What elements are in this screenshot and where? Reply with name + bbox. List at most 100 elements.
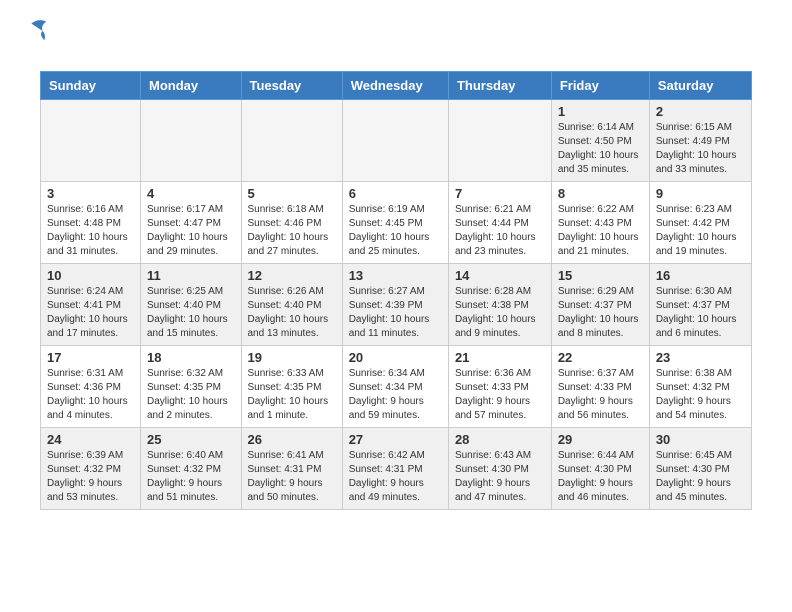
calendar-cell: 8Sunrise: 6:22 AM Sunset: 4:43 PM Daylig…	[551, 182, 649, 264]
calendar-cell	[342, 100, 448, 182]
calendar-cell: 24 Sunrise: 6:39 AM Sunset: 4:32 PM Dayli…	[41, 428, 141, 510]
day-info: Sunrise: 6:16 AM Sunset: 4:48 PM Dayligh…	[47, 203, 134, 259]
day-info: Sunrise: 6:29 AM Sunset: 4:37 PM Dayligh…	[558, 285, 643, 341]
day-info: Sunrise: 6:26 AM Sunset: 4:40 PM Dayligh…	[248, 285, 336, 341]
day-number: 3	[47, 186, 134, 201]
calendar-cell: 27 Sunrise: 6:42 AM Sunset: 4:31 PM Dayli…	[342, 428, 448, 510]
day-number: 12	[248, 268, 336, 283]
calendar-cell: 1 Sunrise: 6:14 AM Sunset: 4:50 PM Daylig…	[551, 100, 649, 182]
day-number: 23	[656, 350, 745, 365]
day-number: 8	[558, 186, 643, 201]
weekday-header: Saturday	[649, 72, 751, 100]
calendar-cell	[41, 100, 141, 182]
calendar-cell: 26Sunrise: 6:41 AM Sunset: 4:31 PM Dayli…	[241, 428, 342, 510]
calendar-cell: 3 Sunrise: 6:16 AM Sunset: 4:48 PM Daylig…	[41, 182, 141, 264]
calendar-cell: 17 Sunrise: 6:31 AM Sunset: 4:36 PM Dayli…	[41, 346, 141, 428]
day-number: 10	[47, 268, 134, 283]
day-number: 21	[455, 350, 545, 365]
day-info: Sunrise: 6:31 AM Sunset: 4:36 PM Dayligh…	[47, 367, 134, 423]
day-info: Sunrise: 6:25 AM Sunset: 4:40 PM Dayligh…	[147, 285, 235, 341]
calendar-cell: 28Sunrise: 6:43 AM Sunset: 4:30 PM Dayli…	[448, 428, 551, 510]
calendar-cell: 12 Sunrise: 6:26 AM Sunset: 4:40 PM Dayli…	[241, 264, 342, 346]
calendar-cell: 30 Sunrise: 6:45 AM Sunset: 4:30 PM Dayli…	[649, 428, 751, 510]
day-number: 14	[455, 268, 545, 283]
day-number: 11	[147, 268, 235, 283]
calendar-table: SundayMondayTuesdayWednesdayThursdayFrid…	[40, 71, 752, 510]
calendar-cell	[448, 100, 551, 182]
day-number: 9	[656, 186, 745, 201]
calendar-cell: 14 Sunrise: 6:28 AM Sunset: 4:38 PM Dayli…	[448, 264, 551, 346]
weekday-header: Monday	[140, 72, 241, 100]
day-info: Sunrise: 6:28 AM Sunset: 4:38 PM Dayligh…	[455, 285, 545, 341]
calendar-cell: 5 Sunrise: 6:18 AM Sunset: 4:46 PM Daylig…	[241, 182, 342, 264]
calendar-cell: 6 Sunrise: 6:19 AM Sunset: 4:45 PM Daylig…	[342, 182, 448, 264]
day-number: 1	[558, 104, 643, 119]
logo	[20, 16, 50, 63]
day-number: 27	[349, 432, 442, 447]
day-info: Sunrise: 6:21 AM Sunset: 4:44 PM Dayligh…	[455, 203, 545, 259]
page-header	[0, 0, 792, 71]
day-number: 19	[248, 350, 336, 365]
weekday-header: Sunday	[41, 72, 141, 100]
day-info: Sunrise: 6:40 AM Sunset: 4:32 PM Dayligh…	[147, 449, 235, 505]
day-info: Sunrise: 6:37 AM Sunset: 4:33 PM Dayligh…	[558, 367, 643, 423]
day-info: Sunrise: 6:36 AM Sunset: 4:33 PM Dayligh…	[455, 367, 545, 423]
day-number: 5	[248, 186, 336, 201]
day-number: 17	[47, 350, 134, 365]
calendar-cell: 4 Sunrise: 6:17 AM Sunset: 4:47 PM Daylig…	[140, 182, 241, 264]
day-info: Sunrise: 6:19 AM Sunset: 4:45 PM Dayligh…	[349, 203, 442, 259]
day-number: 13	[349, 268, 442, 283]
calendar-cell: 21 Sunrise: 6:36 AM Sunset: 4:33 PM Dayli…	[448, 346, 551, 428]
calendar-cell: 13 Sunrise: 6:27 AM Sunset: 4:39 PM Dayli…	[342, 264, 448, 346]
day-number: 29	[558, 432, 643, 447]
day-info: Sunrise: 6:30 AM Sunset: 4:37 PM Dayligh…	[656, 285, 745, 341]
day-number: 22	[558, 350, 643, 365]
calendar-wrapper: SundayMondayTuesdayWednesdayThursdayFrid…	[0, 71, 792, 510]
calendar-cell: 29 Sunrise: 6:44 AM Sunset: 4:30 PM Dayli…	[551, 428, 649, 510]
day-number: 4	[147, 186, 235, 201]
day-number: 6	[349, 186, 442, 201]
calendar-cell: 16 Sunrise: 6:30 AM Sunset: 4:37 PM Dayli…	[649, 264, 751, 346]
day-info: Sunrise: 6:44 AM Sunset: 4:30 PM Dayligh…	[558, 449, 643, 505]
calendar-cell: 22 Sunrise: 6:37 AM Sunset: 4:33 PM Dayli…	[551, 346, 649, 428]
calendar-cell: 7 Sunrise: 6:21 AM Sunset: 4:44 PM Daylig…	[448, 182, 551, 264]
day-info: Sunrise: 6:39 AM Sunset: 4:32 PM Dayligh…	[47, 449, 134, 505]
day-info: Sunrise: 6:45 AM Sunset: 4:30 PM Dayligh…	[656, 449, 745, 505]
day-info: Sunrise: 6:18 AM Sunset: 4:46 PM Dayligh…	[248, 203, 336, 259]
weekday-header: Friday	[551, 72, 649, 100]
calendar-cell: 19 Sunrise: 6:33 AM Sunset: 4:35 PM Dayli…	[241, 346, 342, 428]
calendar-cell: 2Sunrise: 6:15 AM Sunset: 4:49 PM Daylig…	[649, 100, 751, 182]
day-info: Sunrise: 6:41 AM Sunset: 4:31 PM Dayligh…	[248, 449, 336, 505]
day-info: Sunrise: 6:38 AM Sunset: 4:32 PM Dayligh…	[656, 367, 745, 423]
day-number: 24	[47, 432, 134, 447]
day-info: Sunrise: 6:24 AM Sunset: 4:41 PM Dayligh…	[47, 285, 134, 341]
calendar-cell: 15 Sunrise: 6:29 AM Sunset: 4:37 PM Dayli…	[551, 264, 649, 346]
weekday-header: Thursday	[448, 72, 551, 100]
day-info: Sunrise: 6:23 AM Sunset: 4:42 PM Dayligh…	[656, 203, 745, 259]
day-number: 16	[656, 268, 745, 283]
day-info: Sunrise: 6:33 AM Sunset: 4:35 PM Dayligh…	[248, 367, 336, 423]
calendar-cell: 10 Sunrise: 6:24 AM Sunset: 4:41 PM Dayli…	[41, 264, 141, 346]
day-number: 20	[349, 350, 442, 365]
calendar-cell	[241, 100, 342, 182]
day-info: Sunrise: 6:32 AM Sunset: 4:35 PM Dayligh…	[147, 367, 235, 423]
day-number: 30	[656, 432, 745, 447]
calendar-cell: 20 Sunrise: 6:34 AM Sunset: 4:34 PM Dayli…	[342, 346, 448, 428]
day-number: 18	[147, 350, 235, 365]
day-info: Sunrise: 6:14 AM Sunset: 4:50 PM Dayligh…	[558, 121, 643, 177]
calendar-cell: 18 Sunrise: 6:32 AM Sunset: 4:35 PM Dayli…	[140, 346, 241, 428]
calendar-cell: 23 Sunrise: 6:38 AM Sunset: 4:32 PM Dayli…	[649, 346, 751, 428]
calendar-cell: 25Sunrise: 6:40 AM Sunset: 4:32 PM Dayli…	[140, 428, 241, 510]
day-info: Sunrise: 6:42 AM Sunset: 4:31 PM Dayligh…	[349, 449, 442, 505]
weekday-header: Wednesday	[342, 72, 448, 100]
calendar-cell: 11 Sunrise: 6:25 AM Sunset: 4:40 PM Dayli…	[140, 264, 241, 346]
day-info: Sunrise: 6:15 AM Sunset: 4:49 PM Dayligh…	[656, 121, 745, 177]
day-info: Sunrise: 6:17 AM Sunset: 4:47 PM Dayligh…	[147, 203, 235, 259]
weekday-header: Tuesday	[241, 72, 342, 100]
day-number: 7	[455, 186, 545, 201]
day-info: Sunrise: 6:34 AM Sunset: 4:34 PM Dayligh…	[349, 367, 442, 423]
day-number: 15	[558, 268, 643, 283]
calendar-cell	[140, 100, 241, 182]
day-number: 28	[455, 432, 545, 447]
day-info: Sunrise: 6:27 AM Sunset: 4:39 PM Dayligh…	[349, 285, 442, 341]
